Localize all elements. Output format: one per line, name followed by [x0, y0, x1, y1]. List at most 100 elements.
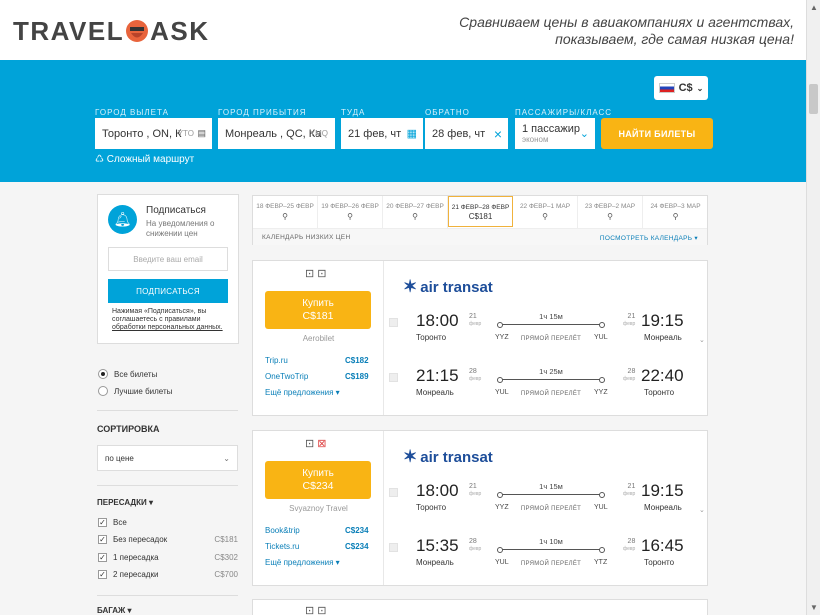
transfer-checkbox-one[interactable]: ✓ 1 пересадка C$302 — [98, 553, 238, 562]
departure-city: Торонто — [416, 503, 447, 512]
arrival-city: Торонто — [644, 558, 675, 567]
expand-chevron-icon[interactable]: ⌄ — [699, 506, 705, 514]
flight-segment[interactable]: 21:15 28 февр Монреаль 1ч 25м YUL ПРЯМОЙ … — [389, 366, 689, 398]
segment-checkbox[interactable] — [389, 373, 398, 382]
departure-city: Торонто — [416, 333, 447, 342]
from-field[interactable]: Торонто , ON, К YTO ▤ — [95, 118, 212, 149]
calendar-day-selected[interactable]: 21 ФЕВР–28 ФЕВР C$181 — [448, 196, 513, 227]
calendar-day-range: 20 ФЕВР–27 ФЕВР — [386, 203, 444, 210]
more-offers-link[interactable]: Ещё предложения ▾ — [265, 388, 340, 397]
baggage-icon: ⊡⊡ — [305, 268, 330, 280]
calendar-icon[interactable]: ▦ — [407, 127, 417, 140]
buy-price: C$181 — [302, 310, 334, 322]
segment-checkbox[interactable] — [389, 488, 398, 497]
calendar-day[interactable]: 18 ФЕВР–25 ФЕВР ⚲ — [253, 196, 318, 228]
airport-icon[interactable]: ▤ — [197, 128, 206, 139]
expand-chevron-icon[interactable]: ⌄ — [699, 336, 705, 344]
flight-segment[interactable]: 18:00 21 февр Торонто 1ч 15м YYZ ПРЯМОЙ П… — [389, 311, 689, 343]
transfer-checkbox-two[interactable]: ✓ 2 пересадки C$700 — [98, 570, 238, 579]
scrollbar-thumb[interactable] — [809, 84, 818, 114]
airline-logo: ✶ air transat — [403, 447, 493, 467]
result-card: ⊡⊠ Купить C$234 Svyaznoy Travel Book&tri… — [252, 430, 708, 586]
arrival-day: 28 — [627, 538, 636, 545]
to-field[interactable]: Монреаль , QC, Ка YMQ — [218, 118, 335, 149]
flight-line — [497, 492, 605, 498]
radio-best-tickets[interactable]: Лучшие билеты — [98, 386, 172, 396]
to-value: Монреаль , QC, Ка — [225, 127, 322, 140]
search-icon: ⚲ — [542, 212, 548, 221]
passengers-label: ПАССАЖИРЫ/КЛАСС — [515, 108, 613, 117]
arrival-city: Монреаль — [644, 503, 682, 512]
transfer-label: Все — [113, 518, 127, 527]
currency-selector[interactable]: C$ ⌄ — [654, 76, 708, 100]
arrival-airport-code: YUL — [594, 504, 608, 511]
arrival-time: 19:15 — [641, 311, 684, 330]
offer-link[interactable]: Tickets.ru C$234 — [265, 542, 380, 551]
offer-price: C$182 — [345, 356, 369, 365]
segment-checkbox[interactable] — [389, 318, 398, 327]
transfer-price: C$181 — [214, 535, 238, 544]
baggage-icon: ⊡⊠ — [305, 438, 330, 450]
departure-date: 28 февр — [469, 538, 481, 553]
sort-select[interactable]: по цене ⌄ — [97, 445, 238, 471]
site-logo[interactable]: TRAVEL ASK — [13, 16, 209, 47]
scroll-up-arrow-icon[interactable]: ▲ — [810, 3, 818, 12]
arrival-month: февр — [623, 546, 636, 552]
departure-date: 21 февр — [469, 483, 481, 498]
logo-face-icon — [125, 19, 149, 43]
departure-month: февр — [469, 546, 482, 552]
calendar-day[interactable]: 19 ФЕВР–26 ФЕВР ⚲ — [318, 196, 383, 228]
buy-button[interactable]: Купить C$234 — [265, 461, 371, 499]
view-calendar-link[interactable]: ПОСМОТРЕТЬ КАЛЕНДАРЬ ▾ — [600, 234, 698, 242]
offer-link[interactable]: OneTwoTrip C$189 — [265, 372, 380, 381]
baggage-heading[interactable]: БАГАЖ ▾ — [97, 606, 132, 615]
depart-date-field[interactable]: 21 фев, чт ▦ — [341, 118, 423, 149]
find-tickets-button[interactable]: НАЙТИ БИЛЕТЫ — [601, 118, 713, 149]
page-scrollbar[interactable]: ▲ ▼ — [806, 0, 820, 615]
transfers-heading[interactable]: ПЕРЕСАДКИ ▾ — [97, 498, 153, 507]
subscribe-title: Подписаться — [146, 205, 206, 216]
agent-name: Aerobilet — [302, 334, 335, 343]
direct-flight-label: ПРЯМОЙ ПЕРЕЛЁТ — [520, 336, 582, 342]
calendar-day-range: 24 ФЕВР–3 МАР — [650, 203, 701, 210]
from-code: YTO — [177, 129, 194, 138]
site-header: TRAVEL ASK Сравниваем цены в авиакомпания… — [0, 0, 806, 60]
calendar-day[interactable]: 24 ФЕВР–3 МАР ⚲ — [643, 196, 708, 228]
privacy-link[interactable]: обработки персональных данных. — [112, 324, 223, 331]
more-offers-link[interactable]: Ещё предложения ▾ — [265, 558, 340, 567]
calendar-day[interactable]: 22 ФЕВР–1 МАР ⚲ — [513, 196, 578, 228]
segment-checkbox[interactable] — [389, 543, 398, 552]
offer-price: C$234 — [345, 542, 369, 551]
arrival-city: Торонто — [644, 388, 675, 397]
buy-button[interactable]: Купить C$181 — [265, 291, 371, 329]
offer-link[interactable]: Trip.ru C$182 — [265, 356, 380, 365]
passengers-value: 1 пассажир — [522, 123, 580, 135]
return-date-field[interactable]: 28 фев, чт × — [425, 118, 508, 149]
departure-time: 21:15 — [416, 366, 459, 385]
flight-segment[interactable]: 18:00 21 февр Торонто 1ч 15м YYZ ПРЯМОЙ П… — [389, 481, 689, 513]
price-calendar: 18 ФЕВР–25 ФЕВР ⚲ 19 ФЕВР–26 ФЕВР ⚲ 20 ФЕВ… — [252, 195, 708, 245]
radio-all-tickets[interactable]: Все билеты — [98, 369, 157, 379]
complex-route-link[interactable]: ♺ Сложный маршрут — [95, 154, 194, 165]
airline-logo: ✶ air transat — [403, 277, 493, 297]
transfer-checkbox-all[interactable]: ✓ Все — [98, 518, 238, 527]
transfer-checkbox-nonstop[interactable]: ✓ Без пересадок C$181 — [98, 535, 238, 544]
russia-flag-icon — [658, 83, 675, 93]
flight-line — [497, 322, 605, 328]
calendar-day-range: 19 ФЕВР–26 ФЕВР — [321, 203, 379, 210]
departure-time: 18:00 — [416, 311, 459, 330]
arrival-day: 21 — [627, 483, 636, 490]
calendar-day[interactable]: 20 ФЕВР–27 ФЕВР ⚲ — [383, 196, 448, 228]
flight-segment[interactable]: 15:35 28 февр Монреаль 1ч 10м YUL ПРЯМОЙ … — [389, 536, 689, 568]
calendar-day[interactable]: 23 ФЕВР–2 МАР ⚲ — [578, 196, 643, 228]
passengers-field[interactable]: 1 пассажир эконом ⌄ — [515, 118, 595, 149]
to-code: YMQ — [309, 129, 328, 138]
clear-x-icon[interactable]: × — [494, 126, 502, 142]
email-input[interactable]: Введите ваш email — [108, 247, 228, 271]
departure-day: 28 — [469, 538, 477, 545]
departure-day: 28 — [469, 368, 477, 375]
return-value: 28 фев, чт — [432, 127, 486, 140]
scroll-down-arrow-icon[interactable]: ▼ — [810, 603, 818, 612]
offer-link[interactable]: Book&trip C$234 — [265, 526, 380, 535]
subscribe-button[interactable]: ПОДПИСАТЬСЯ — [108, 279, 228, 303]
